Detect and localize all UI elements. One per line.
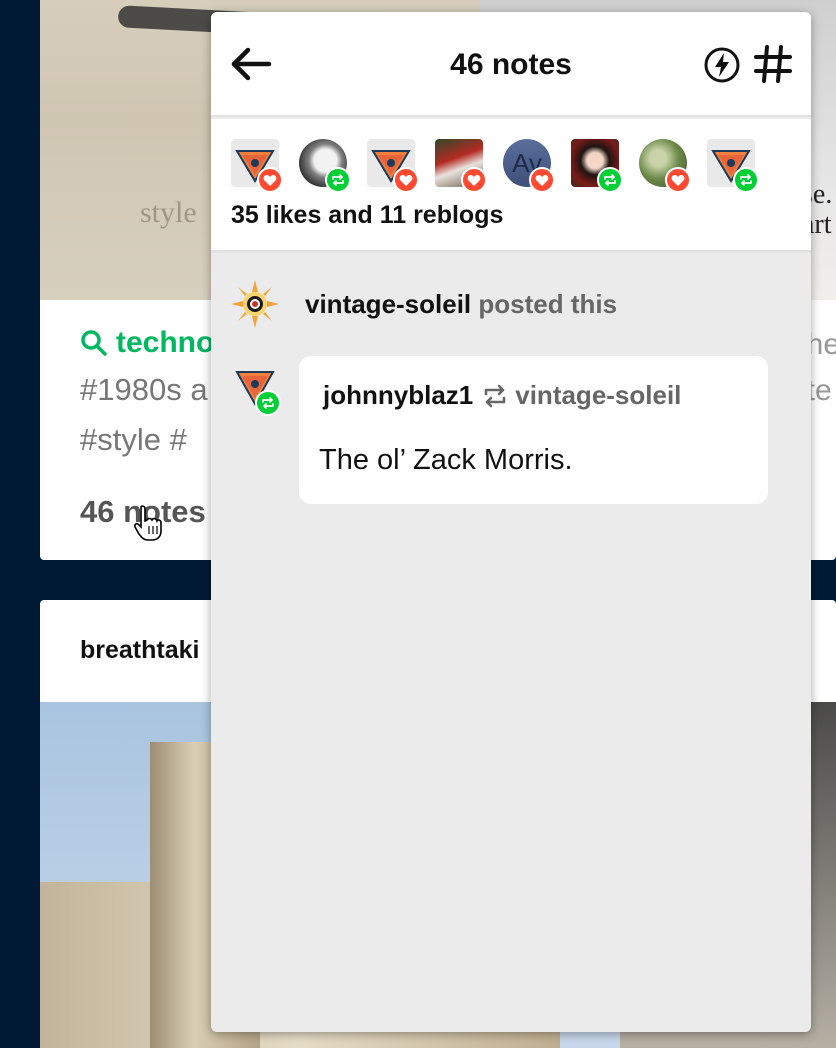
- reblog-icon: [262, 397, 274, 409]
- like-badge: [529, 167, 555, 193]
- original-post-note: vintage-soleil posted this: [231, 280, 617, 328]
- likes-reblogs-summary[interactable]: 35 likes and 11 reblogs: [231, 201, 503, 230]
- original-post-text: vintage-soleil posted this: [305, 289, 617, 320]
- avatar[interactable]: [571, 139, 623, 193]
- avatar[interactable]: [367, 139, 419, 193]
- reblog-badge: [255, 390, 281, 416]
- avatar[interactable]: [639, 139, 691, 193]
- notes-summary[interactable]: Av 35 likes and 11 reblogs: [211, 119, 811, 253]
- tags-button[interactable]: [753, 44, 793, 84]
- reblog-badge: [597, 167, 623, 193]
- heart-icon: [671, 174, 685, 186]
- sun-avatar-icon[interactable]: [231, 280, 279, 328]
- like-badge: [257, 167, 283, 193]
- like-badge: [665, 167, 691, 193]
- avatar[interactable]: [299, 139, 351, 193]
- reblogger-name-link[interactable]: johnnyblaz1: [323, 380, 473, 411]
- hand-cursor-icon: [133, 505, 162, 541]
- avatar[interactable]: [231, 362, 281, 416]
- post-tags-line[interactable]: #style #: [80, 422, 187, 458]
- reblogged-from-link[interactable]: vintage-soleil: [515, 380, 681, 411]
- post-blog-name[interactable]: breathtaki: [80, 636, 199, 665]
- blog-name-link[interactable]: vintage-soleil: [305, 289, 471, 319]
- heart-icon: [399, 174, 413, 186]
- reblog-comment-text: The ol’ Zack Morris.: [319, 444, 573, 476]
- reblog-icon: [484, 384, 506, 407]
- search-icon: [81, 330, 107, 356]
- tag-search-label: techno: [116, 326, 215, 359]
- reblog-icon: [332, 174, 344, 186]
- reblog-icon: [740, 174, 752, 186]
- reblog-header: johnnyblaz1 vintage-soleil: [323, 380, 681, 411]
- avatar[interactable]: [435, 139, 487, 193]
- avatar[interactable]: [707, 139, 759, 193]
- reblog-badge: [733, 167, 759, 193]
- heart-icon: [263, 174, 277, 186]
- post-verb: posted this: [478, 288, 618, 319]
- avatar[interactable]: Av: [503, 139, 555, 193]
- tag-search-link[interactable]: techno: [80, 326, 214, 360]
- reblog-comment-card[interactable]: johnnyblaz1 vintage-soleil The ol’ Zack …: [299, 356, 768, 504]
- lightning-bolt-icon: [704, 47, 740, 83]
- avatar[interactable]: [231, 139, 283, 193]
- heart-icon: [467, 174, 481, 186]
- activity-button[interactable]: [703, 46, 741, 84]
- reblog-icon: [604, 174, 616, 186]
- notes-popover: 46 notes Av 35 likes and 11 reblogs vint…: [211, 12, 811, 1032]
- post-tags-line[interactable]: #1980s a: [80, 372, 208, 408]
- hashtag-icon: [754, 45, 792, 83]
- like-badge: [461, 167, 487, 193]
- photo-text: style: [140, 196, 197, 229]
- heart-icon: [535, 174, 549, 186]
- popover-header: 46 notes: [211, 12, 811, 117]
- avatar-strip: Av: [231, 139, 759, 193]
- like-badge: [393, 167, 419, 193]
- reblog-badge: [325, 167, 351, 193]
